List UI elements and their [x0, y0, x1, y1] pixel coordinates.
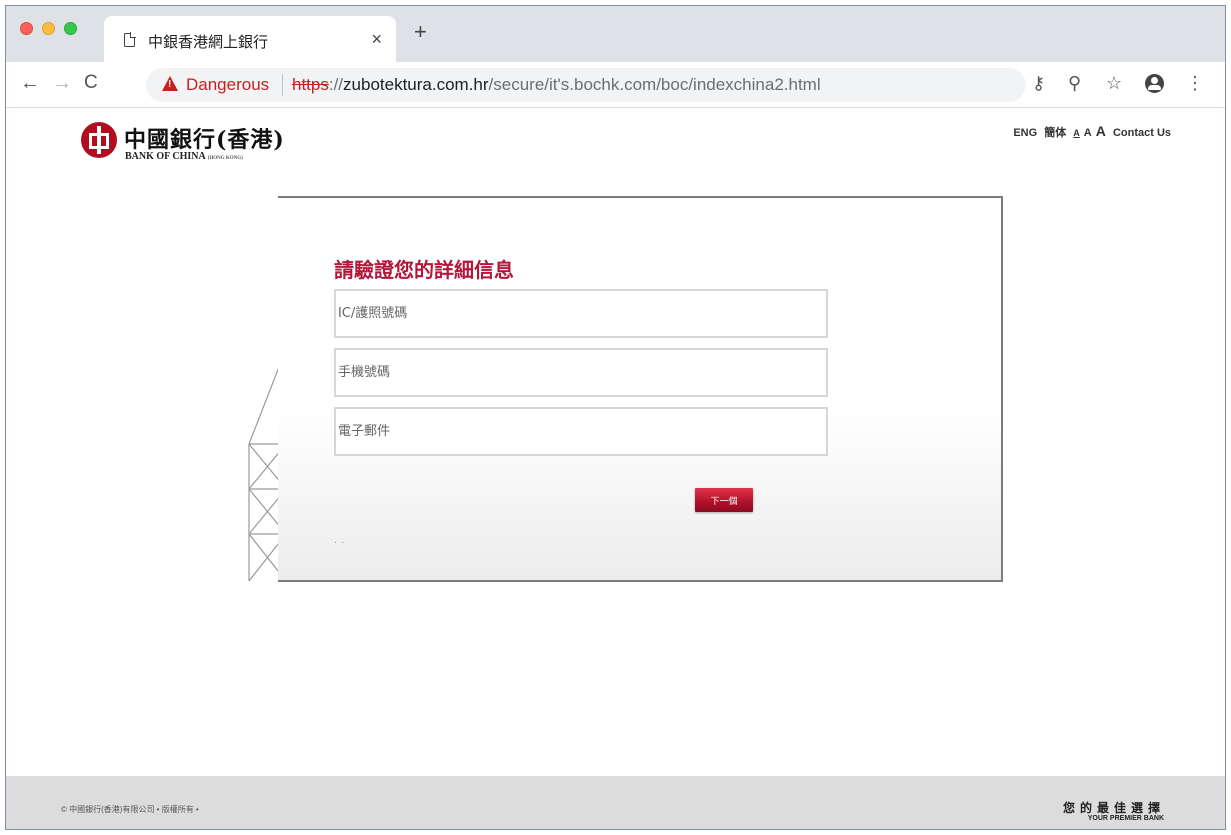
tab-strip: 中銀香港網上銀行 × +	[6, 6, 1225, 62]
lang-simplified-link[interactable]: 簡体	[1044, 127, 1066, 139]
font-size-large-link[interactable]: A	[1096, 123, 1106, 139]
url-host: zubotektura.com.hr	[343, 75, 489, 94]
close-window-icon[interactable]	[20, 22, 33, 35]
contact-us-link[interactable]: Contact Us	[1113, 127, 1171, 139]
maximize-window-icon[interactable]	[64, 22, 77, 35]
security-label[interactable]: Dangerous	[186, 75, 269, 95]
form-footnote-dots: . .	[334, 535, 346, 546]
verification-form: 請驗證您的詳細信息 下一個 . .	[278, 196, 1003, 582]
url-scheme-suffix: ://	[328, 75, 344, 94]
header-links: ENG 簡体 AAA Contact Us	[1009, 123, 1171, 140]
font-size-medium-link[interactable]: A	[1084, 127, 1092, 139]
id-passport-input[interactable]	[336, 291, 826, 336]
email-input[interactable]	[336, 409, 826, 454]
site-footer: © 中國銀行(香港)有限公司 • 版權所有 • 您的最佳選擇 YOUR PREM…	[6, 776, 1225, 829]
form-title: 請驗證您的詳細信息	[334, 260, 514, 282]
address-bar[interactable]: ! Dangerous https://zubotektura.com.hr/s…	[146, 68, 1026, 102]
lang-eng-link[interactable]: ENG	[1013, 127, 1037, 139]
site-header: 中國銀行(香港) BANK OF CHINA (HONG KONG) ENG 簡…	[6, 109, 1225, 281]
email-field-box	[334, 407, 828, 456]
browser-window: 中銀香港網上銀行 × + ← → C ! Dangerous https://z…	[5, 5, 1226, 830]
reload-icon[interactable]: C	[84, 72, 98, 94]
tab-close-icon[interactable]: ×	[371, 29, 382, 50]
copyright-text: © 中國銀行(香港)有限公司 • 版權所有 •	[61, 805, 199, 814]
address-separator	[282, 74, 283, 96]
url-scheme: https	[292, 75, 329, 94]
boc-logo-icon[interactable]	[81, 122, 117, 158]
logo-english-text[interactable]: BANK OF CHINA (HONG KONG)	[125, 151, 243, 162]
phone-field-box	[334, 348, 828, 397]
next-button[interactable]: 下一個	[695, 488, 753, 512]
warning-icon[interactable]: !	[162, 76, 178, 91]
tab-active[interactable]: 中銀香港網上銀行 ×	[104, 16, 396, 62]
url-path: /secure/it's.bochk.com/boc/indexchina2.h…	[488, 75, 821, 94]
star-icon[interactable]: ☆	[1106, 72, 1122, 94]
account-icon[interactable]	[1145, 74, 1164, 93]
logo-chinese-text[interactable]: 中國銀行(香港)	[124, 122, 285, 154]
logo-english-small: (HONG KONG)	[207, 156, 243, 161]
tab-title: 中銀香港網上銀行	[148, 34, 269, 51]
browser-toolbar: ← → C ! Dangerous https://zubotektura.co…	[6, 62, 1225, 108]
font-size-small-link[interactable]: A	[1073, 128, 1080, 138]
back-icon[interactable]: ←	[20, 72, 40, 94]
phone-number-input[interactable]	[336, 350, 826, 395]
url-text[interactable]: https://zubotektura.com.hr/secure/it's.b…	[292, 75, 821, 95]
slogan-chinese: 您的最佳選擇	[1062, 801, 1165, 815]
forward-icon[interactable]: →	[52, 72, 72, 94]
menu-icon[interactable]: ⋮	[1186, 72, 1204, 94]
main-content: 請驗證您的詳細信息 下一個 . .	[6, 179, 1225, 779]
id-passport-field-box	[334, 289, 828, 338]
key-icon[interactable]: ⚷	[1032, 72, 1045, 94]
zoom-icon[interactable]: ⚲	[1068, 72, 1081, 94]
logo-english-name: BANK OF CHINA	[125, 151, 206, 162]
minimize-window-icon[interactable]	[42, 22, 55, 35]
new-tab-button[interactable]: +	[414, 21, 427, 43]
page-icon	[124, 32, 136, 47]
slogan-english: YOUR PREMIER BANK	[1087, 815, 1164, 822]
